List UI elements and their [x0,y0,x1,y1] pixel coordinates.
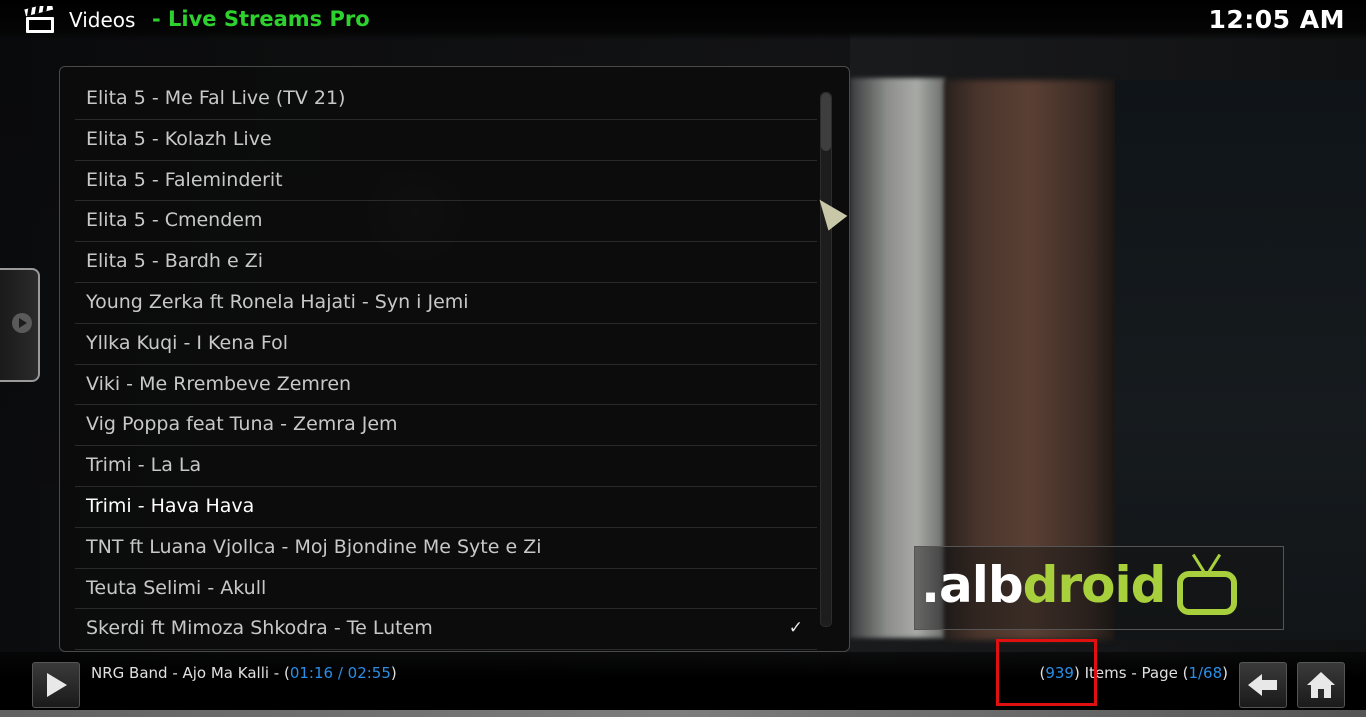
list-item[interactable]: Trimi - Hava Hava [75,487,817,528]
list-item[interactable]: TNT ft Luana Vjollca - Moj Bjondine Me S… [75,528,817,569]
list-item-label: TNT ft Luana Vjollca - Moj Bjondine Me S… [86,535,542,558]
watermark-logo: .albdroid [921,556,1166,614]
list-item[interactable]: Viki - Me Rrembeve Zemren [75,365,817,406]
highlight-annotation-box [996,639,1097,706]
list-item-label: Elita 5 - Bardh e Zi [86,250,264,273]
list-item-label: Young Zerka ft Ronela Hajati - Syn i Jem… [86,290,469,313]
list-item[interactable]: Vig Poppa feat Tuna - Zemra Jem [75,405,817,447]
list-item[interactable]: Skerdi ft Mimoza Shkodra - Te Lutem ✓ [75,609,817,651]
scrollbar-thumb[interactable] [821,93,831,151]
list-item-label: Elita 5 - Cmendem [86,209,263,232]
footer-bar [0,652,1366,717]
section-title: Videos [69,8,136,32]
list-item[interactable]: Teuta Selimi - Akull [75,569,817,610]
home-icon [1307,672,1335,698]
list-item[interactable]: Elita 5 - Cmendem [75,201,817,243]
top-header: Videos - Live Streams Pro 12:05 AM [0,0,1366,40]
tv-icon [1177,571,1237,615]
list-item[interactable]: Elita 5 - Faleminderit [75,161,817,202]
clock: 12:05 AM [1208,5,1345,34]
arrow-right-icon [12,313,32,333]
clapperboard-icon [24,6,54,33]
scrollbar[interactable] [820,92,832,627]
list-item-label: Trimi - La La [86,454,202,477]
list-item[interactable]: Elita 5 - Bardh e Zi [75,242,817,283]
bottom-strip [0,710,1366,717]
home-button[interactable] [1297,662,1345,708]
list-item[interactable]: Elita 5 - Me Fal Live (TV 21) [75,79,817,120]
list-item-label: Skerdi ft Mimoza Shkodra - Te Lutem [86,617,433,640]
list-item-label: Elita 5 - Kolazh Live [86,127,272,150]
back-button[interactable] [1239,662,1287,708]
list-item-label: Viki - Me Rrembeve Zemren [86,372,352,395]
list-item-label: Elita 5 - Faleminderit [86,168,283,191]
list-item[interactable]: Young Zerka ft Ronela Hajati - Syn i Jem… [75,283,817,324]
side-menu-tab[interactable] [0,268,40,382]
play-button[interactable] [32,662,80,708]
media-list: Elita 5 - Me Fal Live (TV 21) Elita 5 - K… [75,79,817,651]
albdroid-watermark: .albdroid [914,546,1284,630]
addon-title: - Live Streams Pro [152,7,370,31]
list-item-label: Vig Poppa feat Tuna - Zemra Jem [86,413,398,436]
list-item-label: Yllka Kuqi - I Kena Fol [86,331,289,354]
now-playing-text: NRG Band - Ajo Ma Kalli - (01:16 / 02:55… [91,664,397,682]
list-item[interactable]: Yllka Kuqi - I Kena Fol [75,324,817,365]
now-playing-time: 01:16 / 02:55 [289,664,391,682]
list-item[interactable]: Trimi - La La [75,446,817,487]
list-item-label: Elita 5 - Me Fal Live (TV 21) [86,87,346,109]
page-indicator: 1/68 [1188,664,1223,682]
list-item-label: Teuta Selimi - Akull [86,576,267,599]
list-item[interactable]: Elita 5 - Kolazh Live [75,120,817,161]
back-arrow-icon [1248,674,1277,696]
list-item-label: Trimi - Hava Hava [86,494,255,517]
media-list-panel: Elita 5 - Me Fal Live (TV 21) Elita 5 - K… [59,66,850,652]
checkmark-icon: ✓ [788,618,803,639]
